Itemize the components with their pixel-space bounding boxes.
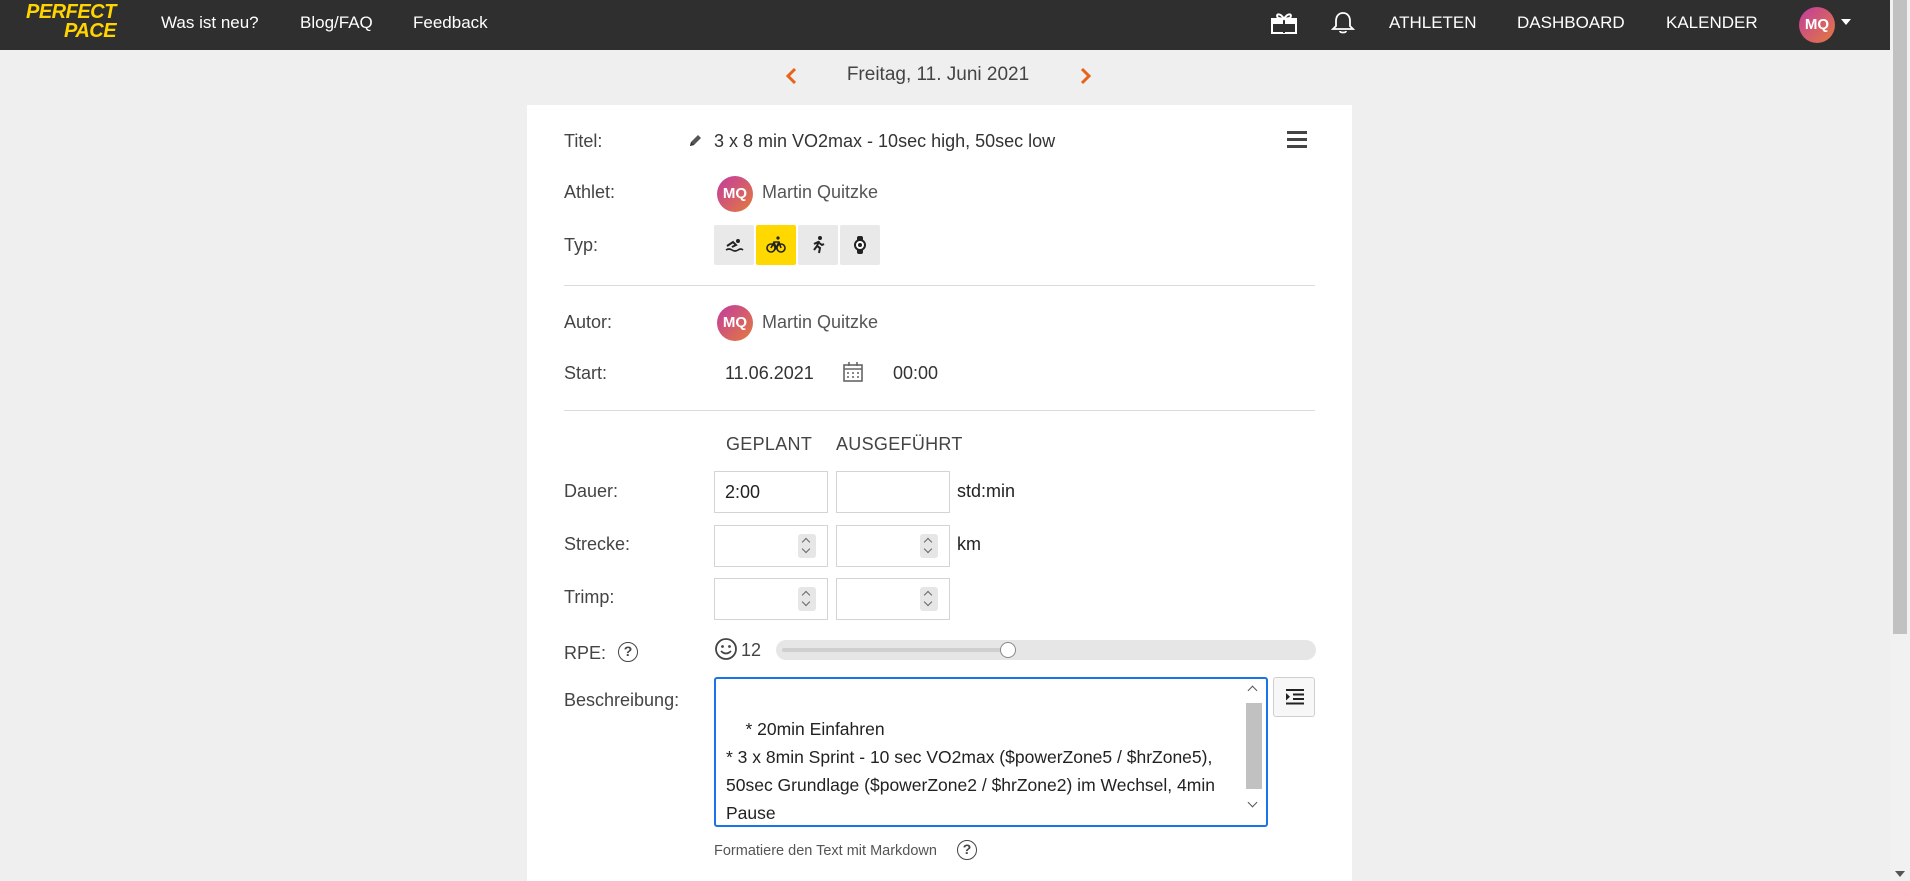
column-header-planned: GEPLANT bbox=[726, 434, 813, 454]
start-label: Start: bbox=[564, 363, 608, 383]
distance-done-input[interactable] bbox=[836, 525, 950, 567]
watch-icon bbox=[854, 236, 866, 254]
start-date-input[interactable]: 11.06.2021 bbox=[725, 363, 814, 384]
title-label: Titel: bbox=[564, 131, 603, 151]
nav-link-whats-new[interactable]: Was ist neu? bbox=[161, 0, 259, 45]
pencil-icon[interactable] bbox=[687, 133, 703, 149]
hamburger-menu-icon[interactable] bbox=[1287, 131, 1307, 151]
calendar-icon[interactable] bbox=[842, 361, 864, 383]
indent-icon bbox=[1286, 689, 1304, 705]
scroll-up-arrow-icon[interactable] bbox=[1247, 685, 1258, 696]
duration-done-input[interactable] bbox=[836, 471, 950, 513]
type-bike-button[interactable] bbox=[756, 225, 796, 265]
previous-day-arrow-icon[interactable] bbox=[782, 64, 802, 88]
athlete-label: Athlet: bbox=[564, 182, 616, 202]
description-label: Beschreibung: bbox=[564, 690, 680, 710]
nav-link-dashboard[interactable]: DASHBOARD bbox=[1517, 0, 1625, 45]
spinner-icon[interactable] bbox=[798, 534, 816, 558]
column-header-done: AUSGEFÜHRT bbox=[836, 434, 963, 454]
duration-planned-input[interactable]: 2:00 bbox=[714, 471, 828, 513]
run-icon bbox=[813, 236, 825, 254]
distance-unit: km bbox=[957, 534, 981, 554]
top-navbar: PERFECT PACE Was ist neu? Blog/FAQ Feedb… bbox=[0, 0, 1910, 50]
indent-button[interactable] bbox=[1273, 677, 1315, 717]
scroll-down-arrow-icon[interactable] bbox=[1895, 871, 1905, 877]
trimp-planned-input[interactable] bbox=[714, 578, 828, 620]
markdown-hint: Formatiere den Text mit Markdown bbox=[714, 843, 937, 859]
type-swim-button[interactable] bbox=[714, 225, 754, 265]
spinner-icon[interactable] bbox=[920, 587, 938, 611]
bike-icon bbox=[766, 236, 786, 253]
nav-link-athleten[interactable]: ATHLETEN bbox=[1389, 0, 1477, 45]
duration-unit: std:min bbox=[957, 481, 1016, 501]
type-other-button[interactable] bbox=[840, 225, 880, 265]
gift-icon[interactable] bbox=[1270, 11, 1298, 35]
bell-icon[interactable] bbox=[1329, 11, 1357, 35]
type-label: Typ: bbox=[564, 235, 599, 255]
resize-handle-icon[interactable] bbox=[1248, 809, 1262, 823]
trimp-label: Trimp: bbox=[564, 587, 615, 607]
duration-label: Dauer: bbox=[564, 481, 619, 501]
section-divider bbox=[564, 410, 1315, 411]
textarea-scrollbar-thumb[interactable] bbox=[1246, 703, 1262, 789]
spinner-icon[interactable] bbox=[798, 587, 816, 611]
athlete-avatar: MQ bbox=[717, 176, 753, 212]
rpe-help-icon[interactable]: ? bbox=[618, 642, 638, 662]
author-name: Martin Quitzke bbox=[762, 312, 879, 332]
spinner-icon[interactable] bbox=[920, 534, 938, 558]
page-scrollbar[interactable] bbox=[1890, 0, 1910, 881]
description-text: * 20min Einfahren * 3 x 8min Sprint - 10… bbox=[726, 719, 1215, 823]
smiley-icon bbox=[714, 637, 738, 661]
perfect-pace-logo[interactable]: PERFECT PACE bbox=[26, 2, 126, 43]
type-run-button[interactable] bbox=[798, 225, 838, 265]
start-time-input[interactable]: 00:00 bbox=[893, 363, 938, 384]
distance-planned-input[interactable] bbox=[714, 525, 828, 567]
distance-label: Strecke: bbox=[564, 534, 631, 554]
user-avatar[interactable]: MQ bbox=[1799, 7, 1835, 43]
page-scrollbar-thumb[interactable] bbox=[1893, 0, 1907, 634]
scroll-down-arrow-icon[interactable] bbox=[1247, 797, 1258, 808]
rpe-label: RPE: bbox=[564, 643, 607, 663]
swim-icon bbox=[725, 239, 744, 252]
workout-card: Titel: 3 x 8 min VO2max - 10sec high, 50… bbox=[527, 105, 1352, 881]
section-divider bbox=[564, 285, 1315, 286]
rpe-slider-handle[interactable] bbox=[1000, 642, 1016, 658]
rpe-value: 12 bbox=[741, 640, 762, 660]
author-avatar: MQ bbox=[717, 305, 753, 341]
markdown-help-icon[interactable]: ? bbox=[957, 840, 977, 860]
logo-line2: PACE bbox=[64, 20, 117, 42]
description-textarea[interactable]: * 20min Einfahren * 3 x 8min Sprint - 10… bbox=[714, 677, 1268, 827]
nav-link-feedback[interactable]: Feedback bbox=[413, 0, 488, 45]
author-label: Autor: bbox=[564, 312, 613, 332]
trimp-done-input[interactable] bbox=[836, 578, 950, 620]
rpe-slider[interactable] bbox=[776, 640, 1316, 660]
textarea-scrollbar[interactable] bbox=[1244, 681, 1264, 823]
next-day-arrow-icon[interactable] bbox=[1075, 64, 1095, 88]
athlete-name: Martin Quitzke bbox=[762, 182, 879, 202]
nav-link-kalender[interactable]: KALENDER bbox=[1666, 0, 1758, 45]
rpe-slider-fill bbox=[782, 648, 1008, 652]
nav-link-blog-faq[interactable]: Blog/FAQ bbox=[300, 0, 373, 45]
current-date: Freitag, 11. Juni 2021 bbox=[846, 64, 1030, 85]
workout-title[interactable]: 3 x 8 min VO2max - 10sec high, 50sec low bbox=[714, 131, 1055, 152]
chevron-down-icon[interactable] bbox=[1841, 19, 1851, 25]
